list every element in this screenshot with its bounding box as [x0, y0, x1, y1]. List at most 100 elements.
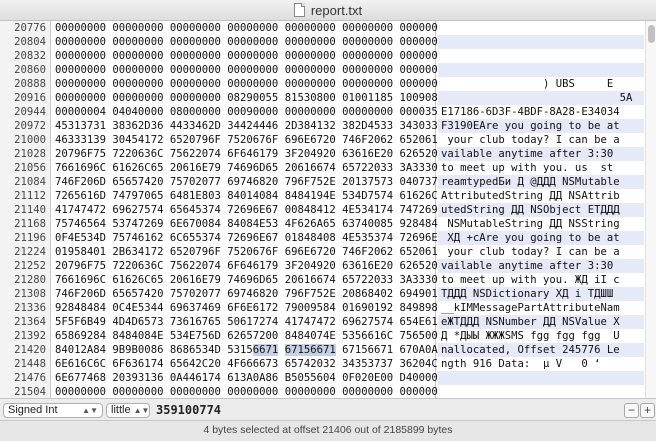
hex-group[interactable]: 65869284 [55, 330, 106, 342]
hex-group[interactable]: 00000000 [285, 22, 336, 34]
hex-group[interactable]: 6481E803 [170, 190, 221, 202]
hex-group[interactable]: 0F4E534D [55, 232, 106, 244]
hex-group[interactable]: 00000000 [170, 78, 221, 90]
endian-select[interactable]: little ▲▼ [106, 402, 150, 418]
hex-group[interactable]: 38362D36 [112, 120, 163, 132]
hex-group[interactable]: 01001185 [342, 92, 393, 104]
hex-group[interactable]: 00000000 [112, 92, 163, 104]
hex-group[interactable]: 74696D65 [227, 274, 278, 286]
hex-group[interactable]: 74797065 [112, 190, 163, 202]
hex-group[interactable]: 4433462D [170, 120, 221, 132]
hex-row[interactable]: 00000004 04040000 08000000 00090000 0000… [51, 105, 451, 119]
hex-group[interactable]: 696E6720 [285, 134, 336, 146]
hex-group[interactable]: 7220636C [112, 148, 163, 160]
hex-group[interactable]: 00000000 [342, 36, 393, 48]
ascii-row[interactable]: __kIMMessagePartAttributeNam [438, 301, 644, 315]
ascii-row[interactable] [438, 63, 644, 77]
hex-group[interactable]: 34353737 [342, 358, 393, 370]
hex-group[interactable]: 00000000 [342, 386, 393, 398]
hex-group[interactable]: 20393136 [112, 372, 163, 384]
hex-group[interactable]: 00000000 [55, 22, 106, 34]
hex-group[interactable]: 84014084 [227, 190, 278, 202]
hex-group[interactable]: 79009584 [285, 302, 336, 314]
hex-row[interactable]: 92848484 0C4E5344 69637469 6F6E6172 7900… [51, 301, 451, 315]
ascii-row[interactable]: eЖТДДД NSNumber ДД NSValue Х [438, 315, 644, 329]
hex-group[interactable]: 01958401 [55, 246, 106, 258]
hex-row[interactable]: 5F5F6B49 4D4D6573 73616765 50617274 4174… [51, 315, 451, 329]
hex-group[interactable]: 00000000 [55, 386, 106, 398]
hex-group[interactable]: 73616765 [170, 316, 221, 328]
plus-button[interactable]: + [640, 403, 655, 418]
hex-group[interactable]: 65742032 [285, 358, 336, 370]
hex-group[interactable]: 20796F75 [55, 260, 106, 272]
hex-group[interactable]: 00000000 [227, 386, 278, 398]
hex-row[interactable]: 00000000 00000000 00000000 00000000 0000… [51, 35, 451, 49]
hex-group[interactable]: 746F2062 [342, 246, 393, 258]
hex-group[interactable]: 08290055 [227, 92, 278, 104]
hex-group[interactable]: 81530800 [285, 92, 336, 104]
hex-group[interactable]: 65657420 [112, 176, 163, 188]
hex-group[interactable]: 65642C20 [170, 358, 221, 370]
hex-group[interactable]: 00000000 [285, 106, 336, 118]
hex-row[interactable]: 75746564 53747269 6E670084 84084E53 4F62… [51, 217, 451, 231]
hex-row[interactable]: 00000000 00000000 00000000 00000000 0000… [51, 21, 451, 35]
hex-group[interactable]: 796F752E [285, 176, 336, 188]
hex-group[interactable]: 00000000 [55, 78, 106, 90]
hex-group[interactable]: 00000000 [227, 78, 278, 90]
hex-group[interactable]: 00000000 [285, 386, 336, 398]
hex-group[interactable]: 7661696C [55, 274, 106, 286]
ascii-row[interactable]: to meet up with you. ЖД iI c [438, 273, 644, 287]
hex-group[interactable]: 00000000 [342, 78, 393, 90]
hex-group[interactable]: 4E534174 [342, 204, 393, 216]
ascii-row[interactable] [438, 21, 644, 35]
hex-group[interactable]: 613A0A86 [227, 372, 278, 384]
hex-group[interactable]: 04040000 [112, 106, 163, 118]
hex-group[interactable]: 65722033 [342, 162, 393, 174]
hex-group[interactable]: 3F204920 [285, 148, 336, 160]
ascii-row[interactable]: ХД +cAre you going to be at [438, 231, 644, 245]
hex-group[interactable]: 00000004 [55, 106, 106, 118]
ascii-row[interactable]: 5A [438, 91, 644, 105]
hex-group[interactable]: 6520796F [170, 246, 221, 258]
hex-group[interactable]: 0C4E5344 [112, 302, 163, 314]
hex-row[interactable]: 7661696C 61626C65 20616E79 74696D65 2061… [51, 161, 451, 175]
hex-group[interactable]: 75702077 [170, 288, 221, 300]
hex-group[interactable]: 69637469 [170, 302, 221, 314]
hex-group[interactable]: 2B634172 [112, 246, 163, 258]
hex-group[interactable]: 3F204920 [285, 260, 336, 272]
hex-group[interactable]: 796F752E [285, 288, 336, 300]
hex-row[interactable]: 00000000 00000000 00000000 00000000 0000… [51, 77, 451, 91]
hex-group[interactable]: 00000000 [112, 78, 163, 90]
hex-group[interactable]: 746F206D [55, 176, 106, 188]
hex-group[interactable]: 20137573 [342, 176, 393, 188]
hex-group[interactable]: 67156671 [284, 344, 336, 356]
ascii-row[interactable]: NSMutableString ДД NSString [438, 217, 644, 231]
hex-group[interactable]: 00000000 [342, 22, 393, 34]
hex-group[interactable]: 746F2062 [342, 134, 393, 146]
ascii-row[interactable]: to meet up with you. us st [438, 161, 644, 175]
hex-group[interactable]: B5055604 [285, 372, 336, 384]
hex-group[interactable]: 63616E20 [342, 260, 393, 272]
hex-group[interactable]: 08000000 [170, 106, 221, 118]
hex-group[interactable]: 7265616D [55, 190, 106, 202]
hex-row[interactable]: 84012A84 9B9B0086 8686534D 53156671 6715… [51, 343, 451, 357]
hex-group[interactable]: 20796F75 [55, 148, 106, 160]
hex-group[interactable]: 00000000 [227, 22, 278, 34]
ascii-row[interactable]: ngth 916 Data: µ V 0 ‘ [438, 357, 644, 371]
hex-group[interactable]: 61626C65 [112, 274, 163, 286]
hex-group[interactable]: 8484194E [285, 190, 336, 202]
hex-group[interactable]: 92848484 [55, 302, 106, 314]
hex-group[interactable]: 00000000 [112, 22, 163, 34]
ascii-row[interactable] [438, 385, 644, 398]
hex-row[interactable]: 00000000 00000000 00000000 08290055 8153… [51, 91, 451, 105]
hex-group[interactable]: 0A446174 [170, 372, 221, 384]
ascii-row[interactable]: your club today? I can be a [438, 133, 644, 147]
ascii-row[interactable] [438, 35, 644, 49]
hex-group[interactable]: 00000000 [170, 64, 221, 76]
ascii-row[interactable]: AttributedString ДД NSAttrib [438, 189, 644, 203]
hex-group[interactable]: 45313731 [55, 120, 106, 132]
hex-row[interactable]: 45313731 38362D36 4433462D 34424446 2D38… [51, 119, 451, 133]
ascii-row[interactable]: utedString ДД NSObject ЕТДДД [438, 203, 644, 217]
hex-group[interactable]: 00000000 [55, 92, 106, 104]
hex-group[interactable]: 30454172 [112, 134, 163, 146]
